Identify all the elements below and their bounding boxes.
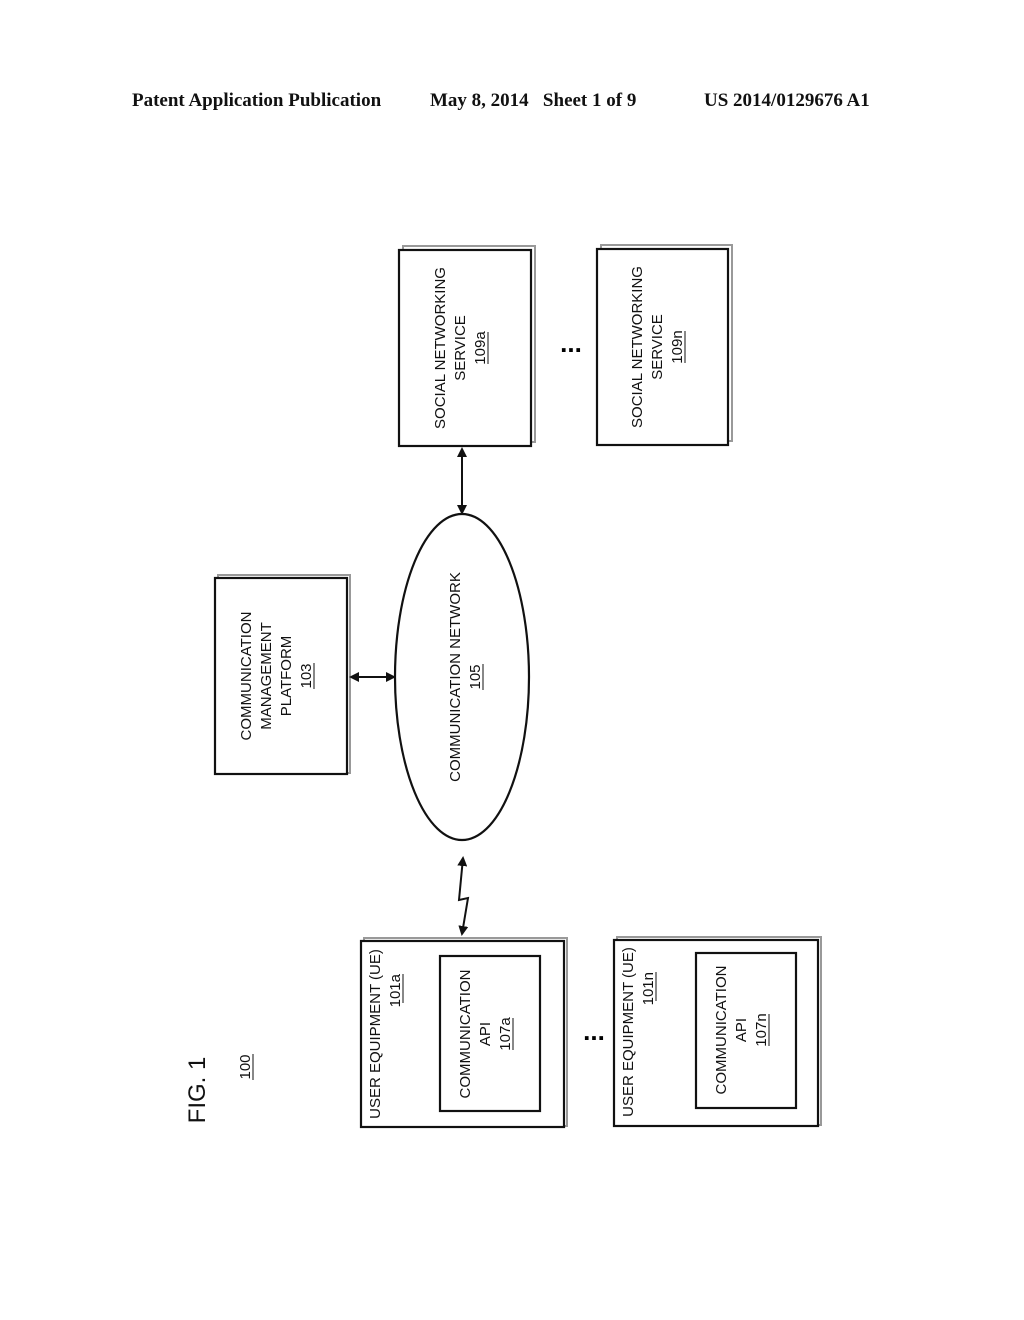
social-networking-service-109n: SOCIAL NETWORKING SERVICE 109n (595, 244, 733, 447)
ue-ellipsis: ... (583, 1016, 605, 1046)
sns-a-line1: SOCIAL NETWORKING (432, 267, 449, 429)
platform-ref: 103 (298, 663, 315, 688)
api-n-line2: API (733, 1018, 750, 1042)
sns-a-line2: SERVICE (452, 315, 469, 381)
social-networking-service-109a: SOCIAL NETWORKING SERVICE 109a (397, 245, 536, 448)
figure-ref: 100 (237, 1054, 254, 1079)
sns-n-line2: SERVICE (649, 314, 666, 380)
sns-n-ref: 109n (669, 330, 686, 363)
api-n-line1: COMMUNICATION (713, 966, 730, 1095)
wireless-link-arrow (457, 856, 470, 936)
figure-diagram: SOCIAL NETWORKING SERVICE 109a ... SOCIA… (184, 244, 822, 1129)
ue-n-ref: 101n (640, 972, 657, 1005)
communication-management-platform-103: COMMUNICATION MANAGEMENT PLATFORM 103 (213, 574, 351, 776)
api-a-ref: 107a (497, 1017, 514, 1051)
platform-line1: COMMUNICATION (238, 612, 255, 741)
platform-line3: PLATFORM (278, 636, 295, 717)
ue-a-ref: 101a (387, 973, 404, 1007)
sns-ellipsis: ... (560, 328, 582, 358)
ue-a-title: USER EQUIPMENT (UE) (367, 949, 384, 1119)
sns-a-ref: 109a (472, 331, 489, 365)
api-n-ref: 107n (753, 1013, 770, 1046)
api-a-line1: COMMUNICATION (457, 970, 474, 1099)
user-equipment-101n: USER EQUIPMENT (UE) 101n COMMUNICATION A… (612, 936, 822, 1128)
figure-title: FIG. 1 (184, 1057, 211, 1124)
network-line1: COMMUNICATION NETWORK (447, 572, 464, 782)
communication-network-105: COMMUNICATION NETWORK 105 (393, 512, 531, 842)
user-equipment-101a: USER EQUIPMENT (UE) 101a COMMUNICATION A… (359, 937, 568, 1129)
api-a-line2: API (477, 1022, 494, 1046)
network-ref: 105 (467, 664, 484, 689)
sns-n-line1: SOCIAL NETWORKING (629, 266, 646, 428)
ue-n-title: USER EQUIPMENT (UE) (620, 947, 637, 1117)
platform-line2: MANAGEMENT (258, 622, 275, 730)
